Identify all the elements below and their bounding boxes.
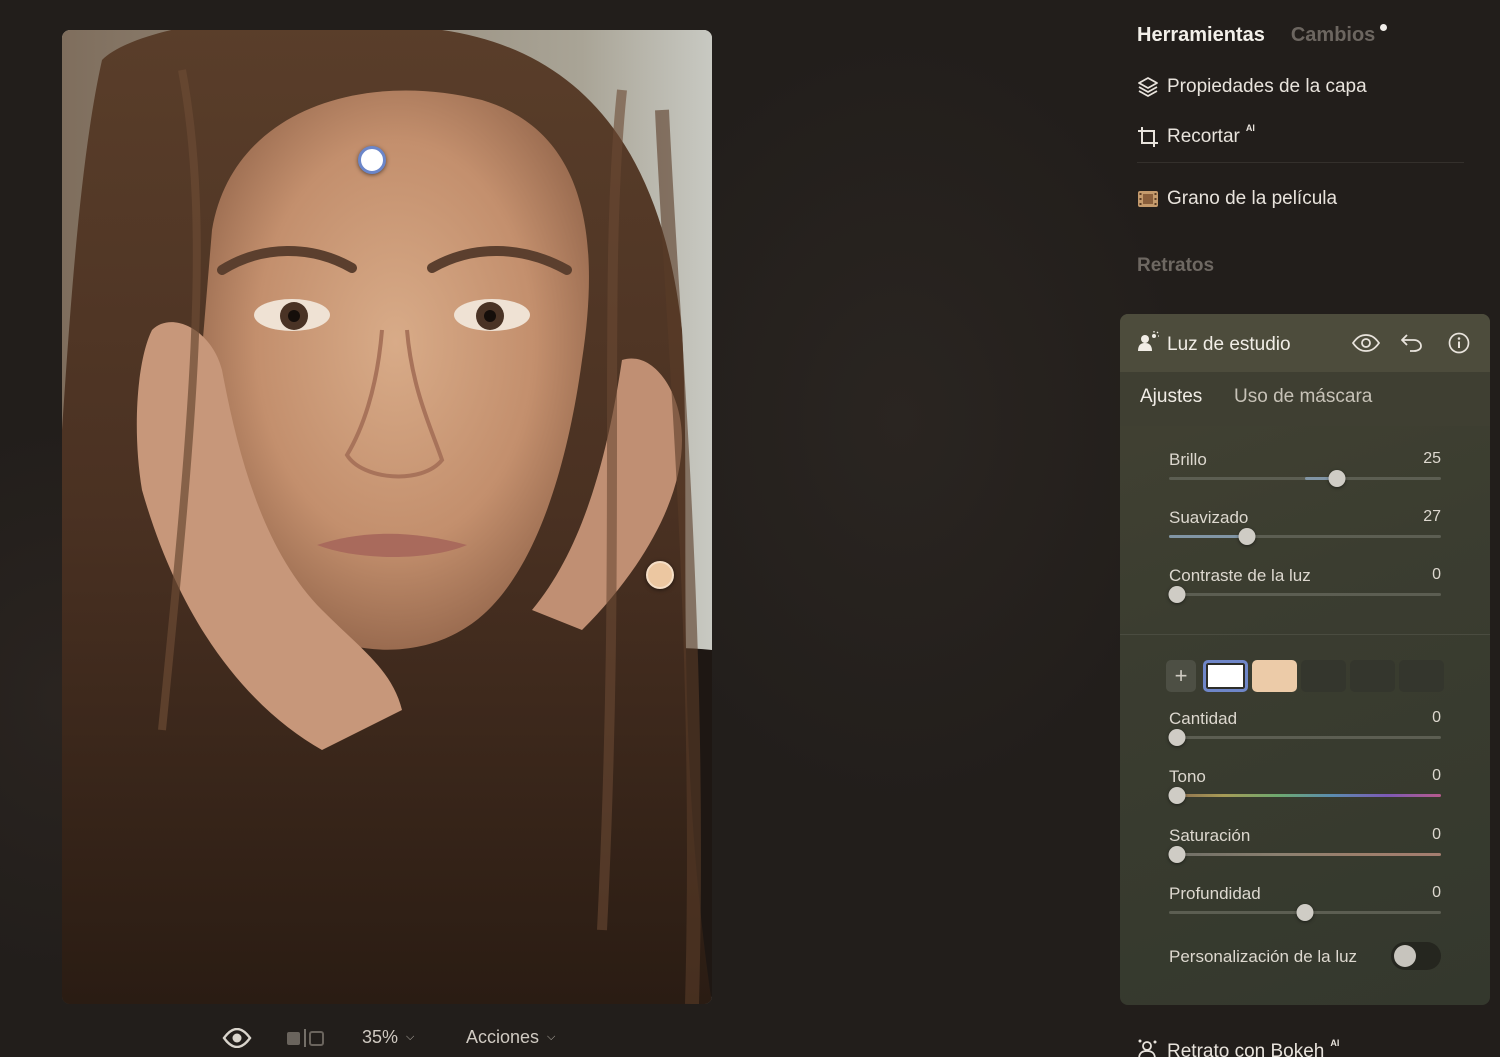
studio-light-header[interactable]: Luz de estudio bbox=[1120, 314, 1490, 372]
slider-handle[interactable] bbox=[1238, 528, 1256, 545]
info-button[interactable] bbox=[1445, 330, 1473, 356]
photo-canvas[interactable] bbox=[62, 30, 712, 1004]
light-customization-toggle[interactable] bbox=[1391, 942, 1441, 970]
ai-badge: AI bbox=[1330, 1038, 1340, 1048]
ai-badge: AI bbox=[1245, 123, 1255, 133]
toggle-knob bbox=[1394, 945, 1416, 967]
zoom-value: 35% bbox=[362, 1027, 399, 1047]
slider-label: Tono bbox=[1169, 767, 1206, 786]
tool-crop[interactable]: Recortar AI bbox=[1137, 123, 1255, 148]
slider-value: 0 bbox=[1432, 709, 1441, 726]
panel-tabs: Herramientas Cambios bbox=[1137, 24, 1388, 47]
preview-toggle-button[interactable] bbox=[222, 1018, 252, 1057]
swatch-empty[interactable] bbox=[1301, 660, 1346, 692]
swatch-empty[interactable] bbox=[1399, 660, 1444, 692]
slider-track[interactable] bbox=[1169, 593, 1441, 596]
light-customization-row: Personalización de la luz bbox=[1169, 942, 1441, 972]
studio-light-subtabs: Ajustes Uso de máscara bbox=[1120, 372, 1490, 426]
chevron-down-icon: ⌵ bbox=[406, 1031, 415, 1043]
changes-indicator-dot bbox=[1380, 24, 1388, 31]
slider-handle[interactable] bbox=[1296, 904, 1314, 921]
slider-handle[interactable] bbox=[1168, 729, 1186, 746]
tab-masking[interactable]: Uso de máscara bbox=[1234, 386, 1372, 408]
slider-label: Contraste de la luz bbox=[1169, 566, 1311, 585]
slider-brightness[interactable]: Brillo 25 bbox=[1169, 450, 1441, 500]
person-light-icon bbox=[1137, 331, 1159, 359]
slider-depth[interactable]: Profundidad 0 bbox=[1169, 884, 1441, 934]
slider-label: Cantidad bbox=[1169, 709, 1238, 728]
tab-adjustments[interactable]: Ajustes bbox=[1140, 386, 1202, 408]
undo-icon bbox=[1401, 334, 1422, 352]
slider-light-contrast[interactable]: Contraste de la luz 0 bbox=[1168, 566, 1441, 616]
reset-button[interactable] bbox=[1398, 330, 1426, 356]
eye-icon bbox=[1352, 334, 1380, 352]
layers-icon bbox=[1137, 76, 1159, 98]
slider-handle[interactable] bbox=[1168, 846, 1186, 863]
slider-track[interactable] bbox=[1169, 794, 1441, 797]
tab-tools[interactable]: Herramientas bbox=[1137, 24, 1265, 47]
portrait-photo bbox=[62, 30, 712, 1004]
visibility-button[interactable] bbox=[1352, 330, 1380, 356]
swatch-white[interactable] bbox=[1203, 660, 1248, 692]
tool-layer-properties-label: Propiedades de la capa bbox=[1167, 76, 1367, 97]
slider-fill bbox=[1169, 535, 1247, 538]
slider-value: 0 bbox=[1432, 566, 1441, 583]
actions-label: Acciones bbox=[466, 1027, 540, 1047]
tool-crop-label: Recortar bbox=[1167, 126, 1240, 147]
eye-icon bbox=[222, 1027, 252, 1048]
studio-light-title: Luz de estudio bbox=[1137, 331, 1291, 359]
slider-label: Saturación bbox=[1169, 826, 1251, 845]
plus-icon: + bbox=[1174, 663, 1188, 688]
slider-saturation[interactable]: Saturación 0 bbox=[1168, 826, 1441, 876]
toggle-label: Personalización de la luz bbox=[1169, 947, 1358, 966]
crop-icon bbox=[1137, 126, 1159, 148]
divider bbox=[1137, 162, 1464, 163]
add-light-button[interactable]: + bbox=[1166, 660, 1196, 692]
tab-changes-label: Cambios bbox=[1290, 24, 1376, 46]
zoom-dropdown[interactable]: 35% ⌵ bbox=[362, 1018, 414, 1057]
slider-handle[interactable] bbox=[1168, 787, 1186, 804]
slider-track[interactable] bbox=[1169, 853, 1441, 856]
slider-value: 0 bbox=[1432, 767, 1441, 784]
tab-changes[interactable]: Cambios bbox=[1290, 24, 1388, 47]
slider-handle[interactable] bbox=[1168, 586, 1186, 603]
compare-view-button[interactable] bbox=[286, 1018, 324, 1057]
actions-dropdown[interactable]: Acciones ⌵ bbox=[466, 1018, 555, 1057]
slider-track[interactable] bbox=[1169, 736, 1441, 739]
divider bbox=[1120, 634, 1490, 635]
chevron-down-icon: ⌵ bbox=[547, 1031, 556, 1043]
tools-panel: Herramientas Cambios Propiedades de la c… bbox=[1120, 0, 1500, 1057]
slider-label: Suavizado bbox=[1169, 508, 1249, 527]
tool-bokeh-portrait[interactable]: Retrato con Bokeh AI bbox=[1137, 1038, 1339, 1057]
slider-value: 0 bbox=[1432, 826, 1441, 843]
info-icon bbox=[1448, 332, 1470, 354]
bottom-toolbar: 35% ⌵ Acciones ⌵ bbox=[0, 1018, 760, 1057]
film-icon bbox=[1137, 188, 1159, 210]
slider-smoothing[interactable]: Suavizado 27 bbox=[1169, 508, 1441, 558]
tool-bokeh-portrait-label: Retrato con Bokeh bbox=[1167, 1041, 1325, 1057]
bokeh-portrait-icon bbox=[1137, 1038, 1159, 1057]
slider-value: 27 bbox=[1423, 508, 1441, 525]
swatch-warm[interactable] bbox=[1252, 660, 1297, 692]
slider-amount[interactable]: Cantidad 0 bbox=[1168, 709, 1441, 759]
slider-label: Profundidad bbox=[1169, 884, 1261, 903]
split-compare-icon bbox=[287, 1028, 324, 1047]
tool-layer-properties[interactable]: Propiedades de la capa bbox=[1137, 76, 1367, 98]
slider-handle[interactable] bbox=[1328, 470, 1346, 487]
light-point-white[interactable] bbox=[358, 146, 386, 174]
studio-light-card: Luz de estudio Ajustes Uso de máscara Br… bbox=[1120, 314, 1490, 1005]
light-point-warm[interactable] bbox=[646, 561, 674, 589]
slider-hue[interactable]: Tono 0 bbox=[1168, 767, 1441, 817]
swatch-empty[interactable] bbox=[1350, 660, 1395, 692]
slider-value: 0 bbox=[1432, 884, 1441, 901]
slider-label: Brillo bbox=[1169, 450, 1207, 469]
tool-film-grain-label: Grano de la película bbox=[1167, 188, 1338, 209]
tool-film-grain[interactable]: Grano de la película bbox=[1137, 188, 1337, 210]
section-header-portraits: Retratos bbox=[1137, 255, 1215, 276]
slider-value: 25 bbox=[1423, 450, 1441, 467]
studio-light-title-text: Luz de estudio bbox=[1167, 334, 1291, 355]
